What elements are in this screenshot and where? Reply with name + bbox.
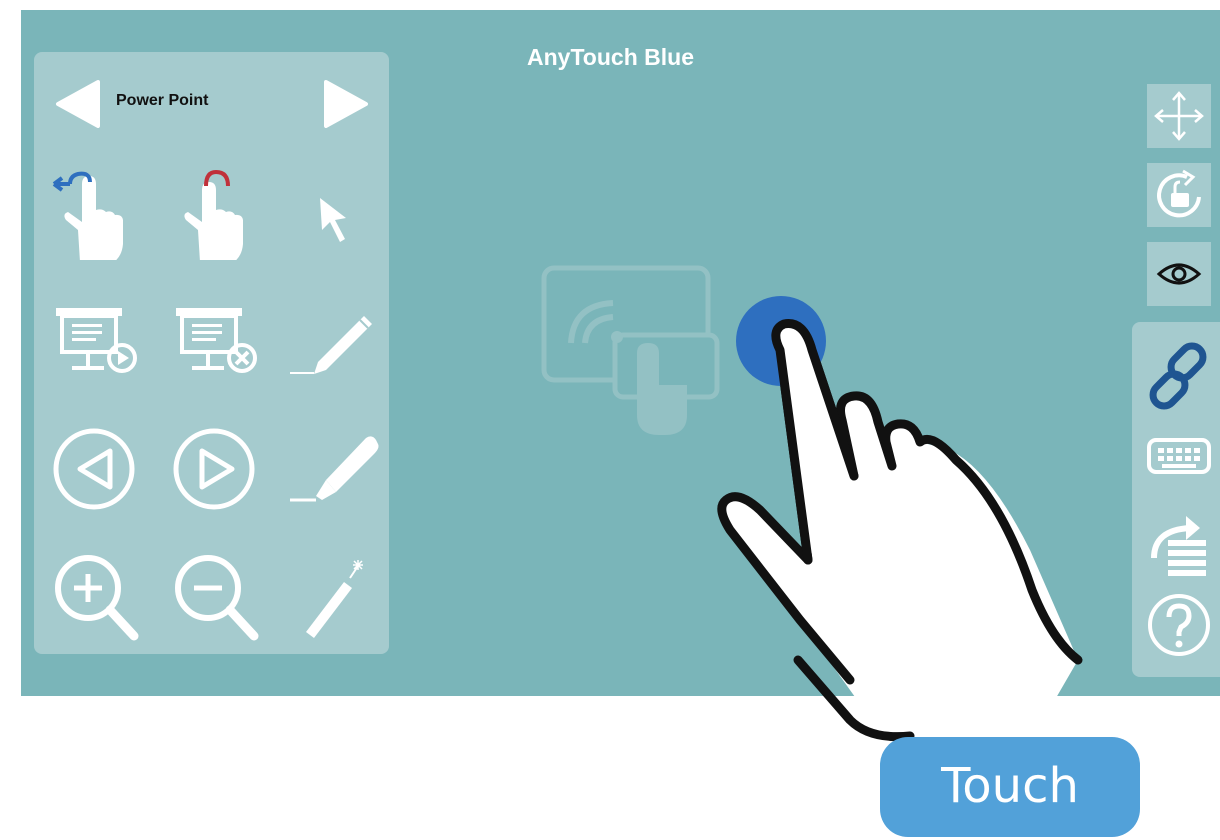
link-button[interactable]: [1146, 340, 1216, 412]
pointer-button[interactable]: [292, 170, 382, 260]
device-connection-icon: [541, 265, 721, 445]
zoom-in-button[interactable]: [52, 554, 142, 644]
share-list-button[interactable]: [1146, 508, 1212, 578]
highlighter-icon: [290, 436, 379, 502]
control-panel: Power Point: [34, 52, 389, 654]
link-icon: [1149, 342, 1207, 410]
right-tool-panel: [1132, 322, 1220, 677]
swipe-left-hand-icon: [52, 171, 123, 260]
move-icon: [1154, 91, 1204, 141]
help-icon: [1148, 594, 1210, 656]
previous-slide-icon: [53, 428, 135, 510]
rotate-lock-button[interactable]: [1147, 163, 1211, 227]
touch-finger-front: [700, 290, 1120, 760]
next-slide-button[interactable]: [172, 424, 262, 514]
next-mode-button[interactable]: [324, 80, 370, 128]
start-slideshow-button[interactable]: [52, 302, 142, 392]
pointer-arrow-icon: [320, 198, 346, 242]
eye-icon: [1156, 263, 1202, 285]
presentation-stop-icon: [176, 308, 257, 373]
zoom-out-button[interactable]: [172, 554, 262, 644]
swipe-right-button[interactable]: [172, 170, 262, 260]
laser-pointer-button[interactable]: [292, 554, 382, 644]
triangle-left-icon: [56, 80, 100, 128]
pen-icon: [290, 316, 372, 374]
move-button[interactable]: [1147, 84, 1211, 148]
laser-pointer-icon: [306, 560, 363, 638]
help-button[interactable]: [1146, 592, 1212, 658]
swipe-right-hand-icon: [184, 170, 243, 260]
prev-mode-button[interactable]: [54, 80, 100, 128]
swipe-left-button[interactable]: [52, 170, 142, 260]
previous-slide-button[interactable]: [52, 424, 142, 514]
zoom-out-icon: [175, 555, 259, 641]
next-slide-icon: [173, 428, 255, 510]
rotate-lock-icon: [1157, 169, 1201, 218]
stop-slideshow-button[interactable]: [172, 302, 262, 392]
keyboard-icon: [1147, 438, 1211, 474]
pen-button[interactable]: [286, 302, 376, 392]
touch-button[interactable]: Touch: [880, 737, 1140, 837]
mode-label: Power Point: [116, 92, 209, 109]
zoom-in-icon: [55, 555, 139, 641]
triangle-right-icon: [324, 80, 368, 128]
share-list-icon: [1151, 516, 1206, 576]
keyboard-button[interactable]: [1146, 434, 1212, 478]
highlighter-button[interactable]: [286, 424, 379, 514]
visibility-button[interactable]: [1147, 242, 1211, 306]
presentation-play-icon: [56, 308, 137, 373]
